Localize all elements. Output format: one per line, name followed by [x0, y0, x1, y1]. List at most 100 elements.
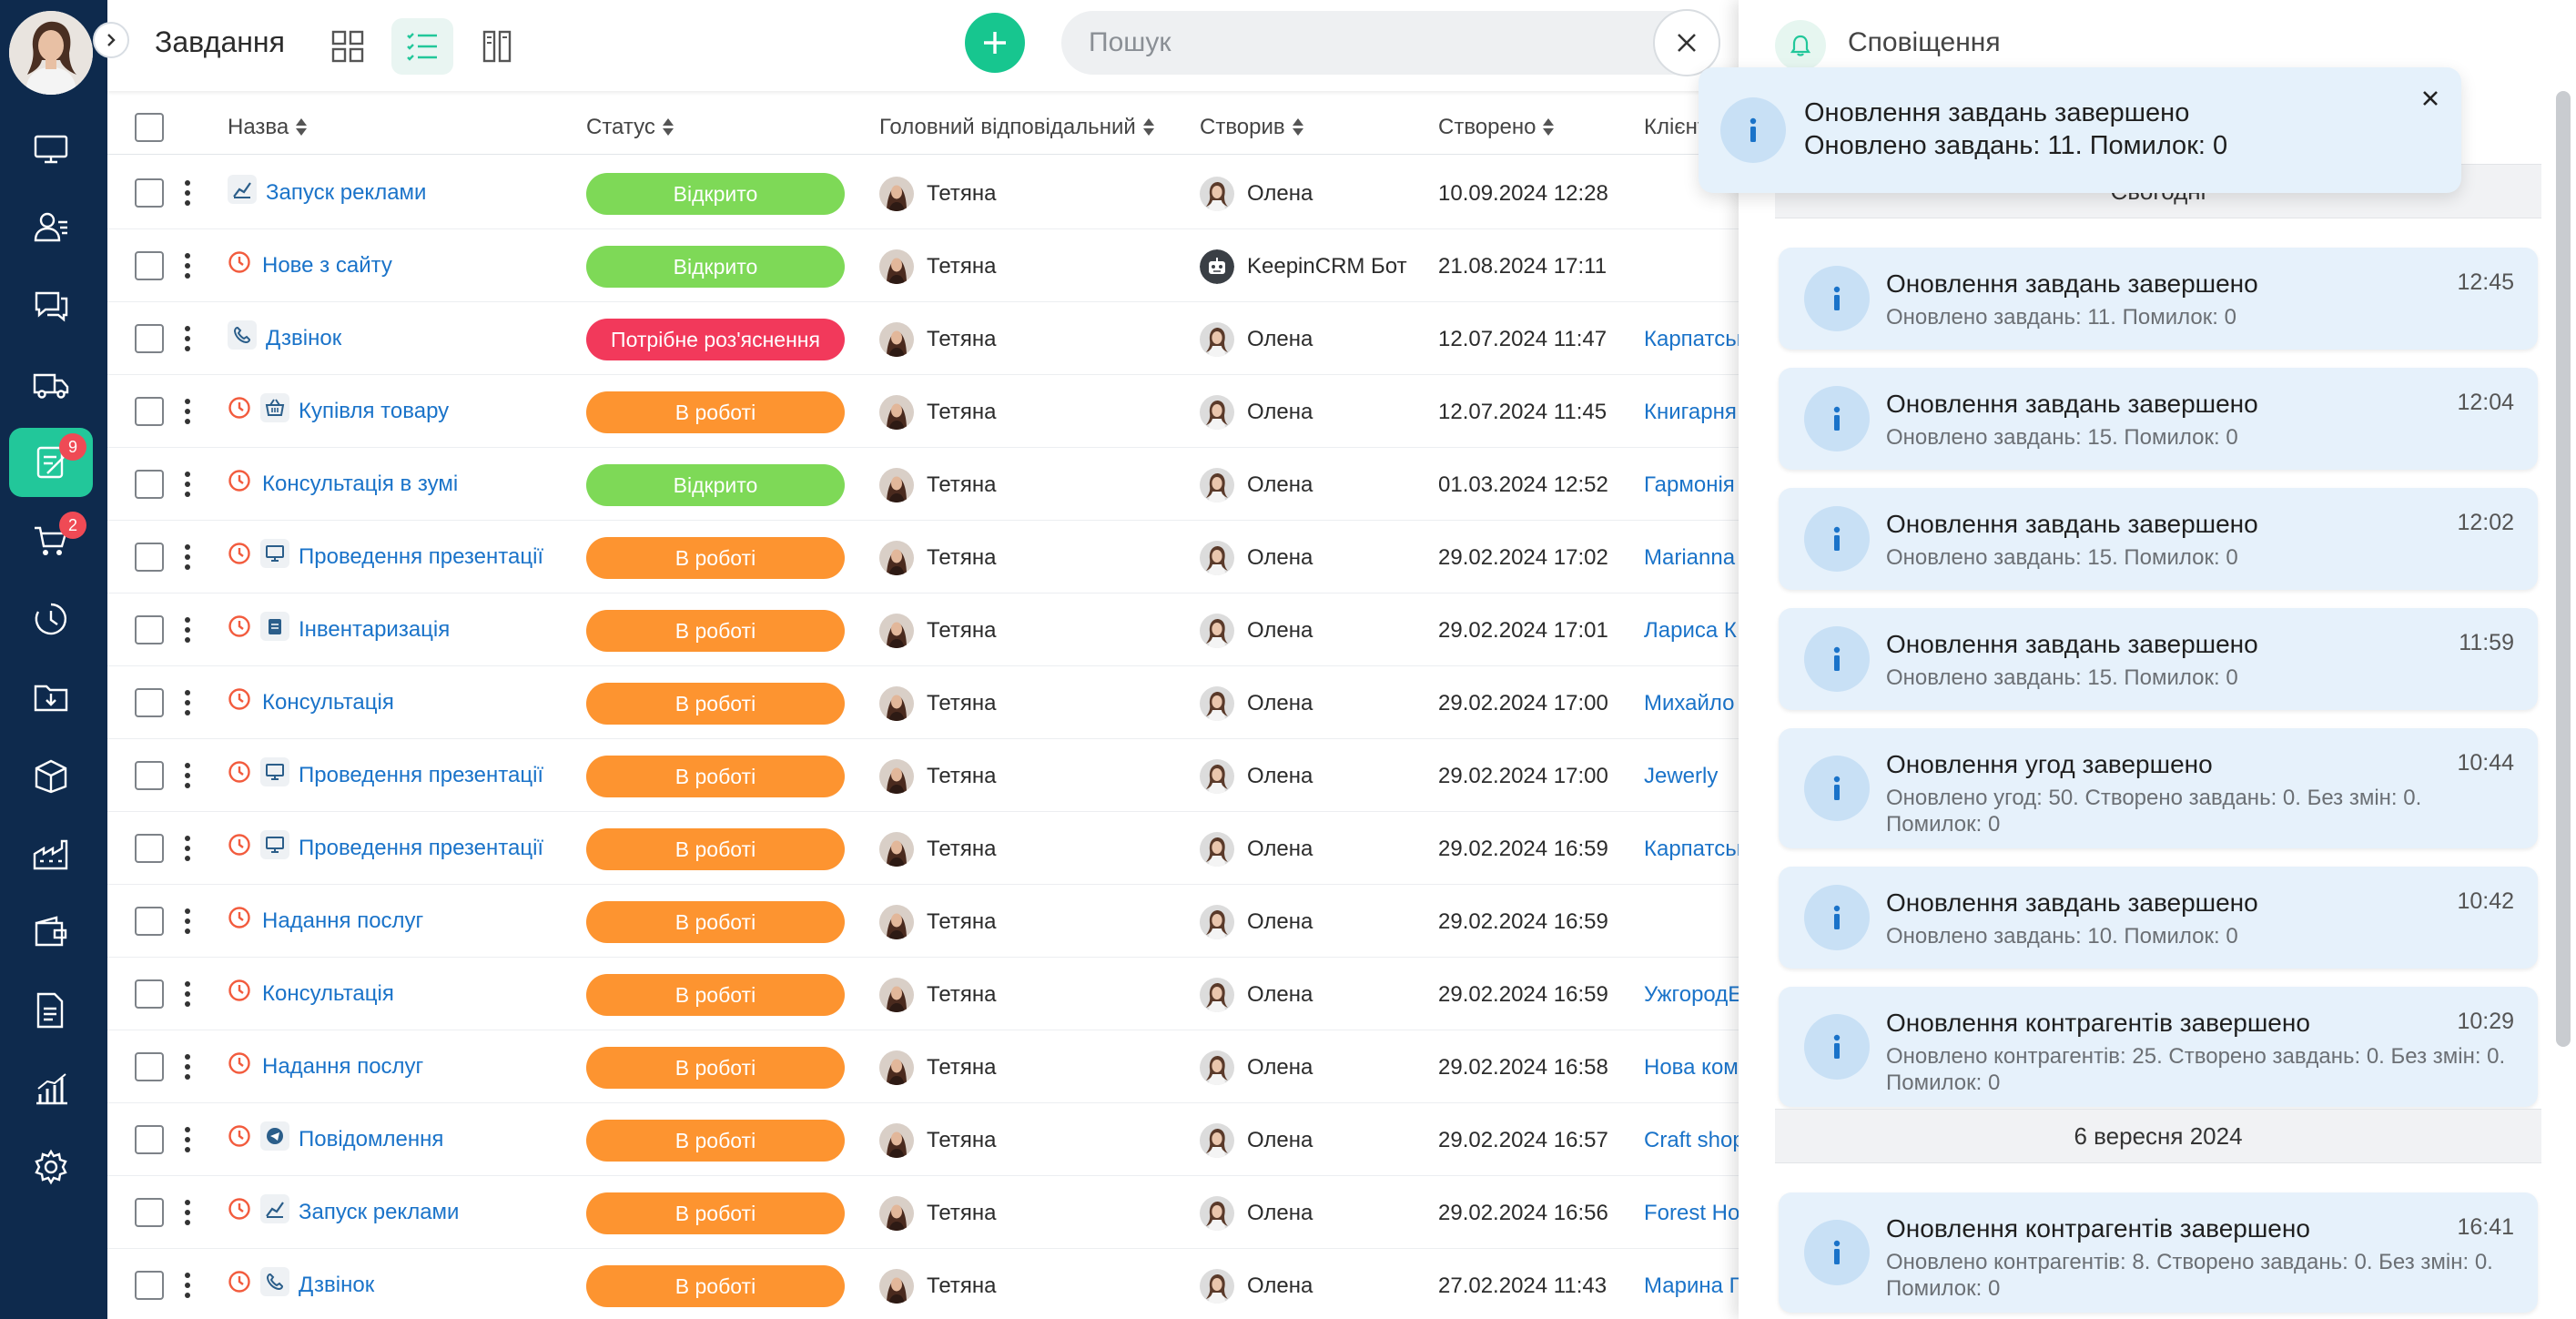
row-menu-icon[interactable]	[178, 1269, 197, 1302]
task-name-link[interactable]: Повідомлення	[299, 1127, 443, 1152]
status-badge[interactable]: В роботі	[586, 1047, 845, 1089]
client-link[interactable]: Карпатськ	[1644, 837, 1739, 862]
row-menu-icon[interactable]	[178, 249, 197, 282]
status-badge[interactable]: В роботі	[586, 391, 845, 433]
responsible-name[interactable]: Тетяна	[927, 545, 996, 571]
task-name-link[interactable]: Надання послуг	[262, 908, 423, 934]
column-header-responsible[interactable]: Головний відповідальний	[879, 115, 1154, 140]
row-checkbox[interactable]	[135, 907, 164, 936]
column-header-name[interactable]: Назва	[228, 115, 308, 140]
table-row[interactable]: Надання послуг В роботі Тетяна Олена 29.…	[107, 885, 1739, 958]
table-row[interactable]: Проведення презентації В роботі Тетяна О…	[107, 812, 1739, 885]
clear-search-button[interactable]	[1653, 9, 1720, 76]
column-header-status[interactable]: Статус	[586, 115, 674, 140]
sidebar-item-settings[interactable]	[9, 1132, 93, 1202]
table-row[interactable]: Консультація В роботі Тетяна Олена 29.02…	[107, 958, 1739, 1030]
notification-card[interactable]: Оновлення угод завершено 10:44 Оновлено …	[1779, 728, 2538, 848]
table-row[interactable]: Дзвінок В роботі Тетяна Олена 27.02.2024…	[107, 1249, 1739, 1319]
row-menu-icon[interactable]	[178, 1196, 197, 1229]
status-badge[interactable]: В роботі	[586, 974, 845, 1016]
task-name-link[interactable]: Купівля товару	[299, 399, 449, 424]
search-input[interactable]	[1089, 11, 1635, 75]
row-checkbox[interactable]	[135, 615, 164, 644]
sidebar-item-chats[interactable]	[9, 271, 93, 340]
row-menu-icon[interactable]	[178, 541, 197, 573]
sidebar-item-history[interactable]	[9, 584, 93, 654]
row-checkbox[interactable]	[135, 543, 164, 572]
client-link[interactable]: Forest Ho	[1644, 1201, 1739, 1226]
status-badge[interactable]: Відкрито	[586, 173, 845, 215]
grid-view-button[interactable]	[317, 18, 379, 75]
row-checkbox[interactable]	[135, 761, 164, 790]
row-menu-icon[interactable]	[178, 905, 197, 938]
panel-scrollbar[interactable]	[2556, 91, 2571, 1047]
client-link[interactable]: Михайло	[1644, 691, 1739, 716]
creator-name[interactable]: Олена	[1247, 472, 1313, 498]
task-name-link[interactable]: Нове з сайту	[262, 253, 392, 279]
creator-name[interactable]: Олена	[1247, 1128, 1313, 1153]
status-badge[interactable]: В роботі	[586, 1192, 845, 1234]
notification-card[interactable]: Оновлення контрагентів завершено 10:29 О…	[1779, 987, 2538, 1107]
responsible-name[interactable]: Тетяна	[927, 472, 996, 498]
row-menu-icon[interactable]	[178, 614, 197, 646]
creator-name[interactable]: Олена	[1247, 982, 1313, 1008]
creator-name[interactable]: KeepinCRM Бот	[1247, 254, 1407, 279]
row-menu-icon[interactable]	[178, 395, 197, 428]
status-badge[interactable]: Потрібне роз'яснення	[586, 319, 845, 360]
status-badge[interactable]: В роботі	[586, 683, 845, 725]
task-name-link[interactable]: Консультація	[262, 981, 394, 1007]
status-badge[interactable]: В роботі	[586, 537, 845, 579]
row-menu-icon[interactable]	[178, 832, 197, 865]
task-name-link[interactable]: Дзвінок	[266, 326, 341, 351]
responsible-name[interactable]: Тетяна	[927, 327, 996, 352]
sidebar-item-production[interactable]	[9, 819, 93, 888]
row-menu-icon[interactable]	[178, 322, 197, 355]
client-link[interactable]: Лариса К	[1644, 618, 1739, 644]
list-view-button[interactable]	[391, 18, 453, 75]
notification-card[interactable]: Оновлення завдань завершено 12:45 Оновле…	[1779, 248, 2538, 350]
creator-name[interactable]: Олена	[1247, 545, 1313, 571]
client-link[interactable]: УжгородЕ	[1644, 982, 1739, 1008]
responsible-name[interactable]: Тетяна	[927, 691, 996, 716]
notification-card[interactable]: Оновлення завдань завершено 10:42 Оновле…	[1779, 867, 2538, 969]
task-name-link[interactable]: Проведення презентації	[299, 763, 543, 788]
add-task-button[interactable]	[965, 13, 1025, 73]
row-menu-icon[interactable]	[178, 1123, 197, 1156]
table-row[interactable]: Дзвінок Потрібне роз'яснення Тетяна Олен…	[107, 302, 1739, 375]
client-link[interactable]: Craft shop	[1644, 1128, 1739, 1153]
row-checkbox[interactable]	[135, 979, 164, 1009]
responsible-name[interactable]: Тетяна	[927, 1055, 996, 1081]
table-row[interactable]: Консультація В роботі Тетяна Олена 29.02…	[107, 666, 1739, 739]
status-badge[interactable]: Відкрито	[586, 246, 845, 288]
task-name-link[interactable]: Проведення презентації	[299, 836, 543, 861]
status-badge[interactable]: В роботі	[586, 1265, 845, 1307]
row-menu-icon[interactable]	[178, 759, 197, 792]
table-row[interactable]: Запуск реклами В роботі Тетяна Олена 29.…	[107, 1176, 1739, 1249]
table-row[interactable]: Проведення презентації В роботі Тетяна О…	[107, 739, 1739, 812]
sidebar-item-contacts[interactable]	[9, 193, 93, 262]
status-badge[interactable]: В роботі	[586, 1120, 845, 1162]
row-checkbox[interactable]	[135, 1198, 164, 1227]
responsible-name[interactable]: Тетяна	[927, 181, 996, 207]
client-link[interactable]: Гармонія	[1644, 472, 1739, 498]
responsible-name[interactable]: Тетяна	[927, 1201, 996, 1226]
responsible-name[interactable]: Тетяна	[927, 254, 996, 279]
creator-name[interactable]: Олена	[1247, 327, 1313, 352]
sidebar-item-analytics[interactable]	[9, 1054, 93, 1123]
creator-name[interactable]: Олена	[1247, 618, 1313, 644]
row-menu-icon[interactable]	[178, 978, 197, 1010]
creator-name[interactable]: Олена	[1247, 1055, 1313, 1081]
task-name-link[interactable]: Консультація в зумі	[262, 472, 458, 497]
responsible-name[interactable]: Тетяна	[927, 400, 996, 425]
task-name-link[interactable]: Запуск реклами	[266, 180, 426, 206]
toast-close-button[interactable]	[2412, 80, 2449, 117]
row-menu-icon[interactable]	[178, 468, 197, 501]
sidebar-collapse-button[interactable]	[93, 22, 129, 58]
status-badge[interactable]: В роботі	[586, 610, 845, 652]
row-checkbox[interactable]	[135, 178, 164, 208]
responsible-name[interactable]: Тетяна	[927, 837, 996, 862]
responsible-name[interactable]: Тетяна	[927, 909, 996, 935]
creator-name[interactable]: Олена	[1247, 837, 1313, 862]
user-avatar[interactable]	[9, 11, 93, 95]
kanban-view-button[interactable]	[466, 18, 528, 75]
